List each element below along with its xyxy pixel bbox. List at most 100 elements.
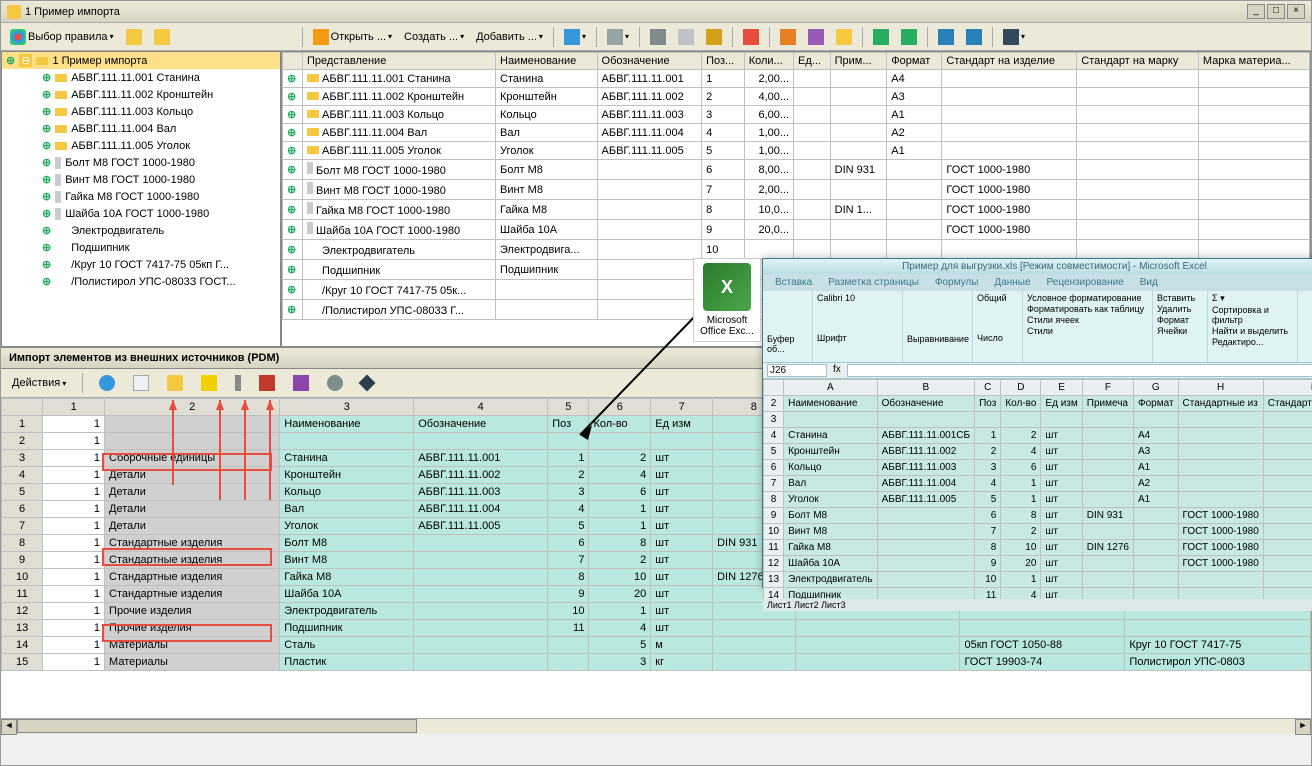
brush-button[interactable] — [288, 372, 314, 394]
excel-row[interactable]: 10Винт М872штГОСТ 1000-1980 — [764, 524, 1312, 540]
column-header[interactable]: Поз... — [702, 53, 745, 70]
material-button[interactable] — [356, 374, 378, 392]
excel-row[interactable]: 3 — [764, 412, 1312, 428]
excel-col-header[interactable] — [764, 380, 784, 396]
tree-item[interactable]: ⊕АБВГ.111.11.003 Кольцо — [2, 103, 280, 120]
tree-item[interactable]: ⊕Подшипник — [2, 239, 280, 256]
tree-item[interactable]: ⊕/Полистирол УПС-0803З ГОСТ... — [2, 273, 280, 290]
tree-item[interactable]: ⊕Шайба 10А ГОСТ 1000-1980 — [2, 205, 280, 222]
tree-root[interactable]: ⊕ ⊖ 1 Пример импорта — [2, 52, 280, 69]
maximize-button[interactable]: □ — [1267, 4, 1285, 19]
column-header[interactable]: Ед... — [794, 53, 831, 70]
excel-row[interactable]: 5КронштейнАБВГ.111.11.00224штA3 — [764, 444, 1312, 460]
gear-button[interactable] — [322, 372, 348, 394]
excel-col-header[interactable]: E — [1041, 380, 1082, 396]
excel-row[interactable]: 13Электродвигатель101шт — [764, 572, 1312, 588]
excel-row[interactable]: 8УголокАБВГ.111.11.00551штA1 — [764, 492, 1312, 508]
create-button[interactable]: Создать ...▾ — [399, 28, 469, 46]
excel-sheet-tabs[interactable]: Лист1 Лист2 Лист3 — [763, 599, 1312, 611]
tree-item[interactable]: ⊕Болт М8 ГОСТ 1000-1980 — [2, 154, 280, 171]
refresh-button[interactable] — [896, 26, 922, 48]
excel-tab[interactable]: Рецензирование — [1039, 275, 1132, 290]
help-button[interactable] — [94, 372, 120, 394]
sort-desc-button[interactable] — [961, 26, 987, 48]
home-button[interactable] — [868, 26, 894, 48]
horizontal-scrollbar[interactable]: ◄ ► — [1, 718, 1311, 734]
open-button[interactable]: Открыть ...▾ — [308, 26, 397, 48]
excel-tab[interactable]: Вставка — [767, 275, 820, 290]
grid-row[interactable]: ⊕ АБВГ.111.11.001 СтанинаСтанинаАБВГ.111… — [283, 70, 1310, 88]
excel-file-icon[interactable]: X Microsoft Office Exc... — [693, 258, 761, 342]
tree-item[interactable]: ⊕АБВГ.111.11.002 Кронштейн — [2, 86, 280, 103]
tree-item[interactable]: ⊕/Круг 10 ГОСТ 7417-75 05кп Г... — [2, 256, 280, 273]
tree-item[interactable]: ⊕Гайка М8 ГОСТ 1000-1980 — [2, 188, 280, 205]
ss-col-header[interactable] — [2, 399, 43, 416]
column-header[interactable]: Коли... — [744, 53, 793, 70]
excel-col-header[interactable]: I — [1263, 380, 1312, 396]
grid-row[interactable]: ⊕ АБВГ.111.11.005 УголокУголокАБВГ.111.1… — [283, 142, 1310, 160]
ss-col-header[interactable]: 3 — [280, 399, 414, 416]
scroll-left-button[interactable]: ◄ — [1, 719, 17, 735]
excel-col-header[interactable]: D — [1001, 380, 1041, 396]
excel-col-header[interactable]: F — [1082, 380, 1133, 396]
grid-row[interactable]: ⊕ АБВГ.111.11.003 КольцоКольцоАБВГ.111.1… — [283, 106, 1310, 124]
add-button[interactable]: Добавить ...▾ — [471, 28, 548, 46]
excel-tab[interactable]: Формулы — [927, 275, 987, 290]
ss-row[interactable]: 141МатериалыСталь5м05кп ГОСТ 1050-88Круг… — [2, 637, 1311, 654]
actions-dropdown[interactable]: Действия▾ — [7, 374, 71, 392]
excel-row[interactable]: 14Подшипник114шт — [764, 588, 1312, 600]
minimize-button[interactable]: _ — [1247, 4, 1265, 19]
paste-button[interactable] — [701, 26, 727, 48]
grid-row[interactable]: ⊕ Болт М8 ГОСТ 1000-1980Болт М868,00...D… — [283, 160, 1310, 180]
excel-row[interactable]: 11Гайка М8810штDIN 1276ГОСТ 1000-1980 — [764, 540, 1312, 556]
other-icon-button[interactable] — [254, 372, 280, 394]
undo-button[interactable]: ▾ — [602, 26, 634, 48]
grid-row[interactable]: ⊕ АБВГ.111.11.004 ВалВалАБВГ.111.11.0044… — [283, 124, 1310, 142]
tree-icon-btn[interactable] — [121, 26, 147, 48]
column-header[interactable]: Формат — [887, 53, 942, 70]
tree-item[interactable]: ⊕АБВГ.111.11.005 Уголок — [2, 137, 280, 154]
excel-grid[interactable]: ABCDEFGHIJ2НаименованиеОбозначениеПозКол… — [763, 379, 1312, 599]
excel-col-header[interactable]: B — [877, 380, 974, 396]
tree-item[interactable]: ⊕АБВГ.111.11.004 Вал — [2, 120, 280, 137]
grid-row[interactable]: ⊕ АБВГ.111.11.002 КронштейнКронштейнАБВГ… — [283, 88, 1310, 106]
user-button[interactable] — [775, 26, 801, 48]
excel-row[interactable]: 6КольцоАБВГ.111.11.00336штA1 — [764, 460, 1312, 476]
standard-icon-button[interactable] — [230, 372, 246, 394]
rule-select-dropdown[interactable]: Выбор правила ▾ — [5, 26, 119, 48]
ss-col-header[interactable]: 4 — [414, 399, 548, 416]
excel-col-header[interactable]: G — [1134, 380, 1179, 396]
column-header[interactable]: Стандарт на марку — [1077, 53, 1199, 70]
column-header[interactable]: Представление — [303, 53, 496, 70]
ss-col-header[interactable]: 7 — [651, 399, 713, 416]
tree-item[interactable]: ⊕Винт М8 ГОСТ 1000-1980 — [2, 171, 280, 188]
copy-button[interactable] — [673, 26, 699, 48]
fx-icon[interactable]: fx — [827, 364, 847, 377]
close-button[interactable]: × — [1287, 4, 1305, 19]
excel-row[interactable]: 7ВалАБВГ.111.11.00441штA2 — [764, 476, 1312, 492]
sort-asc-button[interactable] — [933, 26, 959, 48]
excel-row[interactable]: 9Болт М868штDIN 931ГОСТ 1000-1980 — [764, 508, 1312, 524]
pen-button[interactable]: ▾ — [998, 26, 1030, 48]
excel-col-header[interactable]: H — [1178, 380, 1263, 396]
tree-panel[interactable]: ⊕ ⊖ 1 Пример импорта ⊕АБВГ.111.11.001 Ст… — [1, 51, 281, 347]
ss-col-header[interactable]: 6 — [589, 399, 651, 416]
excel-tab[interactable]: Данные — [986, 275, 1038, 290]
delete-button[interactable] — [738, 26, 764, 48]
grid-row[interactable]: ⊕ ЭлектродвигательЭлектродвига...10 — [283, 240, 1310, 260]
ss-row[interactable]: 131Прочие изделияПодшипник114шт — [2, 620, 1311, 637]
ss-row[interactable]: 151МатериалыПластик3кгГОСТ 19903-74Полис… — [2, 654, 1311, 671]
find-button[interactable] — [803, 26, 829, 48]
part-icon-button[interactable] — [196, 372, 222, 394]
excel-cell-ref[interactable]: J26 — [767, 364, 827, 377]
cut-button[interactable] — [645, 26, 671, 48]
page-button[interactable] — [128, 372, 154, 394]
excel-col-header[interactable]: C — [975, 380, 1001, 396]
ss-col-header[interactable]: 5 — [548, 399, 589, 416]
grid-row[interactable]: ⊕ Шайба 10А ГОСТ 1000-1980Шайба 10А920,0… — [283, 220, 1310, 240]
tree-icon-btn2[interactable] — [149, 26, 175, 48]
column-header[interactable]: Стандарт на изделие — [942, 53, 1077, 70]
excel-col-header[interactable]: A — [784, 380, 877, 396]
scroll-thumb[interactable] — [17, 719, 417, 733]
assembly-icon-button[interactable] — [162, 372, 188, 394]
